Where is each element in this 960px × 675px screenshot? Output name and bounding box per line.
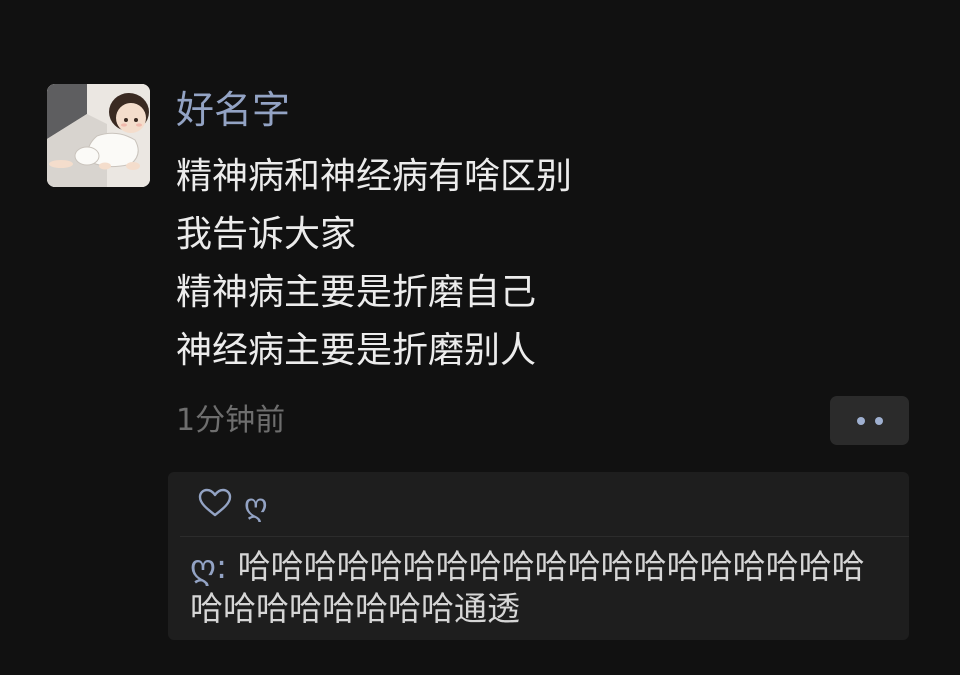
post-timestamp: 1分钟前 bbox=[176, 403, 286, 438]
likes-row: ღ bbox=[168, 472, 909, 536]
post-content-line: 精神病主要是折磨自己 bbox=[176, 272, 537, 313]
comment-author[interactable]: ღ bbox=[190, 547, 216, 586]
comment[interactable]: ღ: 哈哈哈哈哈哈哈哈哈哈哈哈哈哈哈哈哈哈哈哈哈哈哈哈哈哈哈通透 bbox=[190, 546, 890, 630]
post-content-line: 我告诉大家 bbox=[176, 214, 357, 255]
post-content-line: 神经病主要是折磨别人 bbox=[176, 330, 537, 371]
baby-illustration-avatar bbox=[47, 84, 150, 187]
moments-post: 好名字 精神病和神经病有啥区别 我告诉大家 精神病主要是折磨自己 神经病主要是折… bbox=[0, 0, 960, 675]
two-dots-icon bbox=[874, 416, 883, 425]
two-dots-icon bbox=[856, 416, 865, 425]
comment-separator: : bbox=[215, 547, 238, 586]
post-author-name[interactable]: 好名字 bbox=[176, 85, 290, 135]
interaction-panel: ღ ღ: 哈哈哈哈哈哈哈哈哈哈哈哈哈哈哈哈哈哈哈哈哈哈哈哈哈哈哈通透 bbox=[168, 472, 909, 640]
heart-outline-icon bbox=[198, 488, 232, 517]
divider bbox=[180, 536, 909, 537]
post-content: 精神病和神经病有啥区别 我告诉大家 精神病主要是折磨自己 神经病主要是折磨别人 bbox=[176, 148, 916, 380]
more-actions-button[interactable] bbox=[830, 396, 909, 445]
comment-text: 哈哈哈哈哈哈哈哈哈哈哈哈哈哈哈哈哈哈哈哈哈哈哈哈哈哈哈通透 bbox=[190, 547, 865, 628]
avatar[interactable] bbox=[47, 84, 150, 187]
post-content-line: 精神病和神经病有啥区别 bbox=[176, 156, 573, 197]
liker-name[interactable]: ღ bbox=[244, 485, 268, 527]
